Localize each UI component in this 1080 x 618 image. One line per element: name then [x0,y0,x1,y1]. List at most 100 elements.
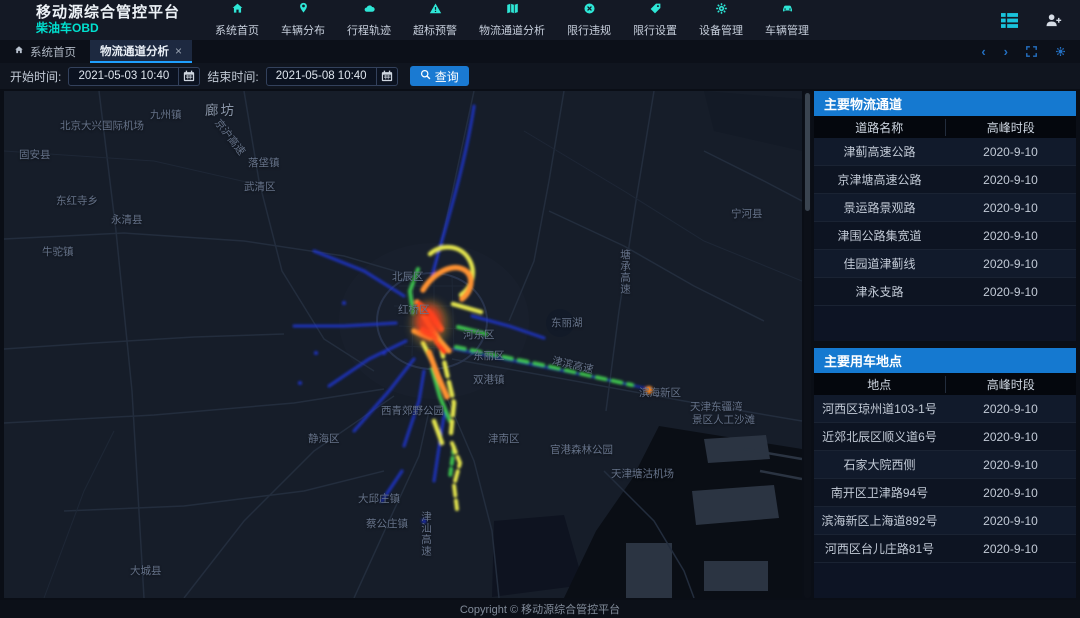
nav-item-vehicle-distribution[interactable]: 车辆分布 [270,0,336,40]
settings-gear-icon[interactable] [1055,46,1066,57]
nav-item-restriction-violation[interactable]: 限行违规 [556,0,622,40]
table-row[interactable]: 南开区卫津路94号 2020-9-10 [814,479,1076,507]
road-name: 津蓟高速公路 [814,143,945,160]
nav-label: 系统首页 [215,22,259,38]
nav-label: 行程轨迹 [347,22,391,38]
tab-logistics-analysis[interactable]: 物流通道分析 × [90,40,192,63]
brand: 移动源综合管控平台 柴油车OBD [36,4,180,35]
chevron-right-icon[interactable]: › [1004,44,1008,59]
location-pin-icon [297,2,310,20]
route-cloud-icon [363,2,376,20]
map-label: 蔡公庄镇 [366,516,408,531]
nav-item-logistics-analysis[interactable]: 物流通道分析 [468,0,556,40]
location-name: 近郊北辰区顺义道6号 [814,428,945,445]
heatmap-map[interactable]: 廊坊 北京大兴国际机场 固安县 九州镇 永清县 武清区 宁河县 北辰区 红桥区 … [4,91,802,598]
nav-label: 限行违规 [567,22,611,38]
map-label: 景区人工沙滩 [692,412,755,427]
topbar-right [1000,12,1080,28]
right-panels: 主要物流通道 道路名称 高峰时段 津蓟高速公路 2020-9-10 京津塘高速公… [814,91,1076,598]
map-label: 北京大兴国际机场 [60,118,144,133]
tab-label: 物流通道分析 [100,43,169,59]
map-label: 东丽区 [473,348,505,363]
map-label: 大邱庄镇 [358,491,400,506]
map-icon [506,2,519,20]
table-row[interactable]: 津永支路 2020-9-10 [814,278,1076,306]
location-name: 河西区台儿庄路81号 [814,540,945,557]
calendar-icon[interactable] [376,68,397,85]
peak-time: 2020-9-10 [945,458,1076,472]
start-time-label: 开始时间: [10,68,61,85]
query-button-label: 查询 [435,68,459,85]
table-row[interactable]: 佳园道津蓟线 2020-9-10 [814,250,1076,278]
home-icon [231,2,244,20]
map-label: 西青郊野公园 [381,403,444,418]
query-button[interactable]: 查询 [410,66,469,86]
road-name: 京津塘高速公路 [814,171,945,188]
location-name: 南开区卫津路94号 [814,484,945,501]
table-row[interactable]: 近郊北辰区顺义道6号 2020-9-10 [814,423,1076,451]
map-label: 武清区 [244,179,276,194]
map-label: 红桥区 [398,302,430,317]
peak-time: 2020-9-10 [945,402,1076,416]
panel-title: 主要用车地点 [814,348,1076,373]
end-time-value: 2021-05-08 10:40 [267,68,376,85]
main-content: 廊坊 北京大兴国际机场 固安县 九州镇 永清县 武清区 宁河县 北辰区 红桥区 … [0,89,1080,600]
map-label: 落垡镇 [248,155,280,170]
table-row[interactable]: 河西区台儿庄路81号 2020-9-10 [814,535,1076,563]
end-time-label: 结束时间: [207,68,258,85]
warning-icon [429,2,442,20]
map-label: 滨海新区 [639,385,681,400]
panel-title: 主要物流通道 [814,91,1076,116]
nav-label: 限行设置 [633,22,677,38]
filter-bar: 开始时间: 2021-05-03 10:40 结束时间: 2021-05-08 … [0,63,1080,89]
table-header: 道路名称 高峰时段 [814,116,1076,138]
nav-item-warning[interactable]: 超标预警 [402,0,468,40]
grid-menu-icon[interactable] [1000,12,1018,28]
map-label: 天津塘沽机场 [611,466,674,481]
fullscreen-icon[interactable] [1026,46,1037,57]
peak-time: 2020-9-10 [945,430,1076,444]
logistics-channels-panel: 主要物流通道 道路名称 高峰时段 津蓟高速公路 2020-9-10 京津塘高速公… [814,91,1076,341]
nav-item-device-management[interactable]: 设备管理 [688,0,754,40]
peak-time: 2020-9-10 [945,542,1076,556]
start-time-input[interactable]: 2021-05-03 10:40 [68,67,200,86]
tab-home[interactable]: 系统首页 [0,40,90,63]
table-row[interactable]: 景运路景观路 2020-9-10 [814,194,1076,222]
chevron-left-icon[interactable]: ‹ [981,44,985,59]
tab-bar: 系统首页 物流通道分析 × ‹ › [0,40,1080,63]
user-add-icon[interactable] [1044,12,1062,28]
close-icon[interactable]: × [175,44,182,58]
nav-item-trip-track[interactable]: 行程轨迹 [336,0,402,40]
vertical-scrollbar[interactable] [804,91,811,598]
scrollbar-thumb[interactable] [805,93,810,211]
nav-item-restriction-settings[interactable]: 限行设置 [622,0,688,40]
tag-icon [649,2,662,20]
nav-label: 车辆管理 [765,22,809,38]
vehicle-locations-panel: 主要用车地点 地点 高峰时段 河西区琼州道103-1号 2020-9-10 近郊… [814,348,1076,598]
nav-item-vehicle-management[interactable]: 车辆管理 [754,0,820,40]
app-title: 移动源综合管控平台 [36,4,180,21]
table-row[interactable]: 石家大院西侧 2020-9-10 [814,451,1076,479]
peak-time: 2020-9-10 [945,514,1076,528]
map-label: 官港森林公园 [550,442,613,457]
map-label: 东丽湖 [551,315,583,330]
table-row[interactable]: 津蓟高速公路 2020-9-10 [814,138,1076,166]
table-row[interactable]: 津围公路集宽道 2020-9-10 [814,222,1076,250]
end-time-input[interactable]: 2021-05-08 10:40 [266,67,398,86]
map-label: 固安县 [19,147,51,162]
map-label: 宁河县 [731,206,763,221]
search-icon [420,69,431,83]
app-subtitle: 柴油车OBD [36,22,180,36]
nav-label: 设备管理 [699,22,743,38]
road-name: 津围公路集宽道 [814,227,945,244]
peak-time: 2020-9-10 [945,201,1076,215]
calendar-icon[interactable] [178,68,199,85]
map-road-label: 津汕高速 [419,511,434,557]
table-row[interactable]: 京津塘高速公路 2020-9-10 [814,166,1076,194]
nav-item-home[interactable]: 系统首页 [204,0,270,40]
table-row[interactable]: 滨海新区上海道892号 2020-9-10 [814,507,1076,535]
table-row[interactable]: 河西区琼州道103-1号 2020-9-10 [814,395,1076,423]
map-label: 河东区 [463,327,495,342]
map-label: 静海区 [308,431,340,446]
map-label: 津南区 [488,431,520,446]
